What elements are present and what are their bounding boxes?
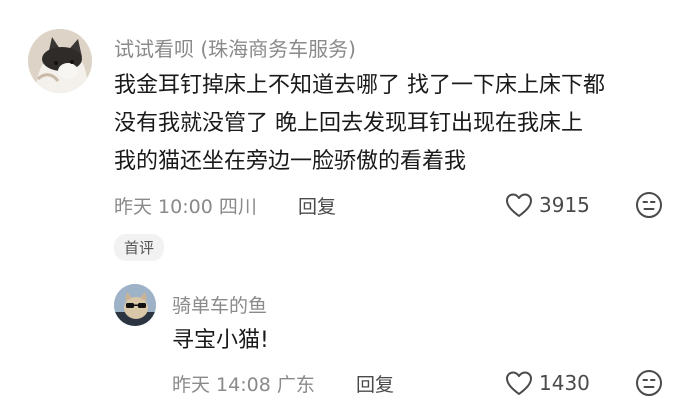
comment-avatar[interactable] [28, 29, 92, 93]
heart-outline-icon[interactable] [505, 370, 533, 396]
comment-like-count: 3915 [539, 193, 590, 217]
cat-avatar-image [28, 29, 92, 93]
meh-face-icon[interactable] [635, 369, 663, 397]
reply-body: 寻宝小猫! [172, 328, 269, 353]
first-comment-badge: 首评 [114, 234, 165, 261]
comment-reply-button[interactable]: 回复 [298, 192, 336, 219]
reply-username[interactable]: 骑单车的鱼 [172, 291, 267, 318]
cat-sunglasses-avatar-image [114, 284, 156, 326]
comment-line: 没有我就没管了 晚上回去发现耳钉出现在我床上 [114, 111, 583, 136]
comment-username[interactable]: 试试看呗 (珠海商务车服务) [114, 33, 356, 62]
comment-body: 我金耳钉掉床上不知道去哪了 找了一下床上床下都 没有我就没管了 晚上回去发现耳钉… [114, 67, 674, 181]
reply-like-count: 1430 [539, 371, 590, 395]
reply-avatar[interactable] [114, 284, 156, 326]
comment-time-location: 昨天 10:00 四川 [114, 196, 257, 218]
meh-face-icon[interactable] [635, 191, 663, 219]
reply-time-location: 昨天 14:08 广东 [172, 374, 315, 396]
comment-line: 我金耳钉掉床上不知道去哪了 找了一下床上床下都 [114, 73, 605, 98]
reply-reply-button[interactable]: 回复 [356, 370, 394, 397]
heart-outline-icon[interactable] [505, 192, 533, 218]
comment-line: 我的猫还坐在旁边一脸骄傲的看着我 [114, 149, 467, 174]
